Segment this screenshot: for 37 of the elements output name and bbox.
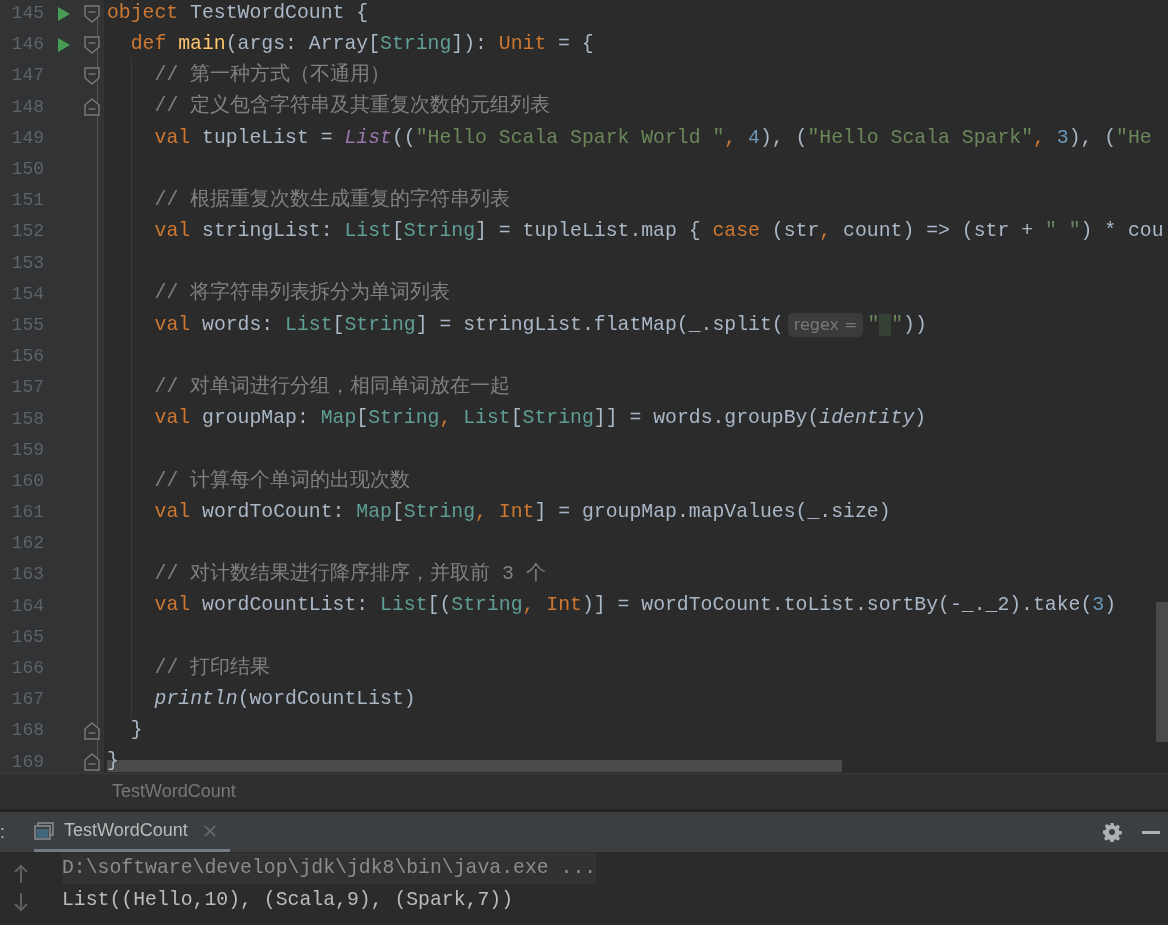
code-text: // 计算每个单词的出现次数 [154,468,411,494]
fold-icon[interactable] [84,35,100,54]
vertical-scrollbar[interactable] [1156,602,1168,742]
console-command: D:\software\develop\jdk\jdk8\bin\java.exe ... [62,853,597,884]
fold-icon[interactable] [84,4,100,23]
parameter-hint: regex = [787,313,864,338]
code-text: // 第一种方式（不通用） [154,62,391,89]
code-text: // 根据重复次数生成重复的字符串列表 [154,187,511,213]
settings-icon[interactable] [1102,822,1122,842]
code-text: // 打印结果 [154,655,271,681]
code-text: val words: List[String] = stringList.flatMap(_.split( [154,312,784,338]
code-text: // 对单词进行分组，相同单词放在一起 [154,374,511,400]
run-icon[interactable] [58,37,70,52]
code-text: val stringList: List[String] = tupleList.map { case (str, count) => (str + " ") * cou [154,219,1164,245]
code-text: def main(args: Array[String]): Unit = { [130,31,594,57]
code-text: // 将字符串列表拆分为单词列表 [154,280,451,307]
code-text: val tupleList = List(("Hello Scala Spark World ", 4), ("Hello Scala Spark", 3), ("He [154,125,1152,151]
run-icon[interactable] [58,6,70,21]
code-text: " ")) [867,312,927,338]
code-text: println(wordCountList) [154,686,416,712]
panel-label: : [0,820,6,844]
console-icon [34,821,54,840]
down-arrow-icon[interactable] [13,892,29,912]
code-text: val wordToCount: Map[String, Int] = groupMap.mapValues(_.size) [154,499,891,525]
breadcrumb[interactable]: TestWordCount [112,778,236,805]
fold-icon[interactable] [84,66,100,85]
code-text: } [107,749,119,773]
code-text: // 对计数结果进行降序排序，并取前 3 个 [154,561,546,588]
console-output: List((Hello,10), (Scala,9), (Spark,7)) [62,888,514,913]
code-text: } [130,718,143,744]
code-text: val groupMap: Map[String, List[String]] = words.groupBy(identity) [154,406,927,432]
code-text: val wordCountList: List[(String, Int)] = wordToCount.toList.sortBy(-_._2).take(3) [154,593,1117,619]
minimize-icon[interactable] [1142,830,1160,834]
up-arrow-icon[interactable] [13,864,29,884]
code-text: object TestWordCount { [107,0,369,26]
close-icon[interactable] [203,824,216,837]
code-text: // 定义包含字符串及其重复次数的元组列表 [154,93,551,120]
